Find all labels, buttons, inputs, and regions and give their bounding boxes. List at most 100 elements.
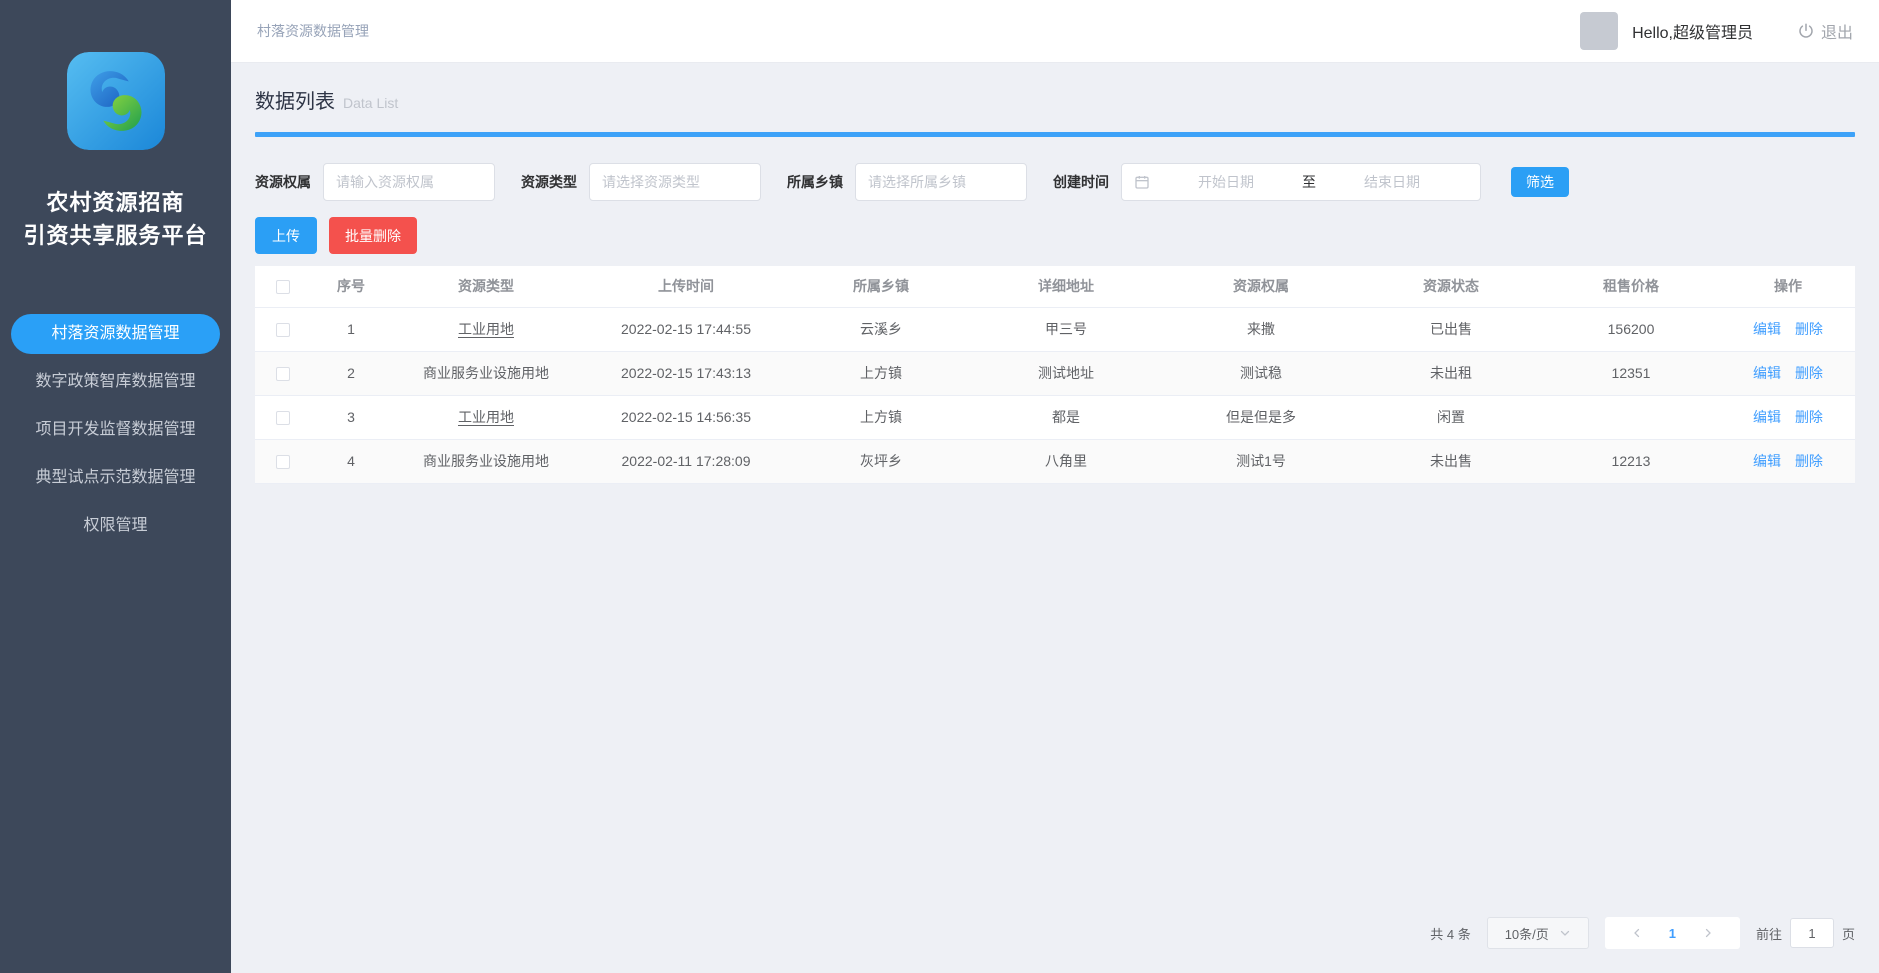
row-checkbox[interactable] xyxy=(276,455,290,469)
cell-resource-type: 工业用地 xyxy=(458,321,514,337)
delete-link[interactable]: 删除 xyxy=(1795,365,1823,381)
sidebar-menu: 村落资源数据管理 数字政策智库数据管理 项目开发监督数据管理 典型试点示范数据管… xyxy=(0,314,231,554)
chevron-left-icon xyxy=(1631,927,1643,939)
cell-price: 12351 xyxy=(1541,351,1721,395)
filter-button[interactable]: 筛选 xyxy=(1511,167,1569,197)
cell-address: 都是 xyxy=(971,395,1161,439)
ownership-filter-label: 资源权属 xyxy=(255,172,311,192)
table-row: 2 商业服务业设施用地 2022-02-15 17:43:13 上方镇 测试地址… xyxy=(255,351,1855,395)
cell-ownership: 来撒 xyxy=(1161,307,1361,351)
logout-button[interactable]: 退出 xyxy=(1797,19,1853,43)
goto-page-input[interactable] xyxy=(1790,918,1834,948)
cell-price xyxy=(1541,395,1721,439)
column-header-address: 详细地址 xyxy=(971,266,1161,307)
goto-label: 前往 xyxy=(1756,924,1782,943)
table-row: 4 商业服务业设施用地 2022-02-11 17:28:09 灰坪乡 八角里 … xyxy=(255,439,1855,483)
filter-row: 资源权属 资源类型 所属乡镇 创建时间 开始日期 至 结束日期 筛选 xyxy=(255,163,1855,201)
topbar-right: Hello,超级管理员 退出 xyxy=(1580,12,1853,50)
table-row: 3 工业用地 2022-02-15 14:56:35 上方镇 都是 但是但是多 … xyxy=(255,395,1855,439)
app-title-line1: 农村资源招商 xyxy=(23,186,207,219)
town-filter-select[interactable] xyxy=(855,163,1027,201)
town-filter-label: 所属乡镇 xyxy=(787,172,843,192)
created-time-filter-label: 创建时间 xyxy=(1053,172,1109,192)
end-date-placeholder: 结束日期 xyxy=(1316,172,1468,192)
column-header-upload-time: 上传时间 xyxy=(581,266,791,307)
delete-link[interactable]: 删除 xyxy=(1795,409,1823,425)
cell-address: 八角里 xyxy=(971,439,1161,483)
page-title-row: 数据列表 Data List xyxy=(255,85,1855,114)
calendar-icon xyxy=(1134,174,1150,190)
row-checkbox[interactable] xyxy=(276,411,290,425)
pagination: 共 4 条 10条/页 1 xyxy=(255,917,1855,949)
title-divider xyxy=(255,132,1855,137)
ownership-filter-input[interactable] xyxy=(323,163,495,201)
next-page-button[interactable] xyxy=(1694,927,1722,939)
app-title: 农村资源招商 引资共享服务平台 xyxy=(23,186,207,252)
cell-seq: 2 xyxy=(311,351,391,395)
main-area: 村落资源数据管理 Hello,超级管理员 退出 数据列表 Data List 资… xyxy=(231,0,1879,973)
cell-seq: 1 xyxy=(311,307,391,351)
action-row: 上传 批量删除 xyxy=(255,217,1855,254)
chevron-right-icon xyxy=(1702,927,1714,939)
cell-town: 灰坪乡 xyxy=(791,439,971,483)
cell-resource-type: 商业服务业设施用地 xyxy=(423,453,549,469)
cell-upload-time: 2022-02-15 17:43:13 xyxy=(581,351,791,395)
batch-delete-button[interactable]: 批量删除 xyxy=(329,217,417,254)
cell-upload-time: 2022-02-11 17:28:09 xyxy=(581,439,791,483)
sidebar-item-permission-management[interactable]: 权限管理 xyxy=(11,506,220,546)
edit-link[interactable]: 编辑 xyxy=(1753,321,1781,337)
column-header-status: 资源状态 xyxy=(1361,266,1541,307)
sidebar-item-project-supervision-data[interactable]: 项目开发监督数据管理 xyxy=(11,410,220,450)
row-checkbox[interactable] xyxy=(276,323,290,337)
upload-button[interactable]: 上传 xyxy=(255,217,317,254)
cell-ownership: 测试稳 xyxy=(1161,351,1361,395)
page-size-select[interactable]: 10条/页 xyxy=(1487,917,1589,949)
cell-town: 云溪乡 xyxy=(791,307,971,351)
column-header-seq: 序号 xyxy=(311,266,391,307)
column-header-price: 租售价格 xyxy=(1541,266,1721,307)
cell-seq: 3 xyxy=(311,395,391,439)
current-page-button[interactable]: 1 xyxy=(1651,926,1694,941)
column-header-actions: 操作 xyxy=(1721,266,1855,307)
goto-page: 前往 页 xyxy=(1756,918,1855,948)
row-checkbox[interactable] xyxy=(276,367,290,381)
cell-seq: 4 xyxy=(311,439,391,483)
total-count-label: 共 4 条 xyxy=(1430,924,1470,943)
cell-ownership: 但是但是多 xyxy=(1161,395,1361,439)
topbar: 村落资源数据管理 Hello,超级管理员 退出 xyxy=(231,0,1879,63)
logout-label: 退出 xyxy=(1821,19,1853,43)
table-body: 1 工业用地 2022-02-15 17:44:55 云溪乡 甲三号 来撒 已出… xyxy=(255,307,1855,483)
page-size-value: 10条/页 xyxy=(1505,924,1549,943)
type-filter-select[interactable] xyxy=(589,163,761,201)
delete-link[interactable]: 删除 xyxy=(1795,453,1823,469)
user-greeting: Hello,超级管理员 xyxy=(1632,19,1753,43)
app-logo-icon xyxy=(67,52,165,150)
cell-resource-type: 商业服务业设施用地 xyxy=(423,365,549,381)
app-title-line2: 引资共享服务平台 xyxy=(23,219,207,252)
cell-ownership: 测试1号 xyxy=(1161,439,1361,483)
cell-town: 上方镇 xyxy=(791,351,971,395)
date-range-picker[interactable]: 开始日期 至 结束日期 xyxy=(1121,163,1481,201)
data-table: 序号 资源类型 上传时间 所属乡镇 详细地址 资源权属 资源状态 租售价格 操作… xyxy=(255,266,1855,484)
edit-link[interactable]: 编辑 xyxy=(1753,453,1781,469)
select-all-checkbox[interactable] xyxy=(276,280,290,294)
cell-town: 上方镇 xyxy=(791,395,971,439)
power-icon xyxy=(1797,22,1815,40)
page-title: 数据列表 xyxy=(255,85,335,114)
content: 数据列表 Data List 资源权属 资源类型 所属乡镇 创建时间 开始日期 xyxy=(231,63,1879,973)
cell-status: 闲置 xyxy=(1361,395,1541,439)
cell-status: 未出售 xyxy=(1361,439,1541,483)
prev-page-button[interactable] xyxy=(1623,927,1651,939)
avatar xyxy=(1580,12,1618,50)
delete-link[interactable]: 删除 xyxy=(1795,321,1823,337)
sidebar-item-village-resource-data[interactable]: 村落资源数据管理 xyxy=(11,314,220,354)
page-subtitle: Data List xyxy=(343,95,398,111)
start-date-placeholder: 开始日期 xyxy=(1150,172,1302,192)
table-row: 1 工业用地 2022-02-15 17:44:55 云溪乡 甲三号 来撒 已出… xyxy=(255,307,1855,351)
edit-link[interactable]: 编辑 xyxy=(1753,409,1781,425)
edit-link[interactable]: 编辑 xyxy=(1753,365,1781,381)
cell-status: 未出租 xyxy=(1361,351,1541,395)
sidebar-item-digital-policy-data[interactable]: 数字政策智库数据管理 xyxy=(11,362,220,402)
pager: 1 xyxy=(1605,917,1740,949)
sidebar-item-pilot-demo-data[interactable]: 典型试点示范数据管理 xyxy=(11,458,220,498)
